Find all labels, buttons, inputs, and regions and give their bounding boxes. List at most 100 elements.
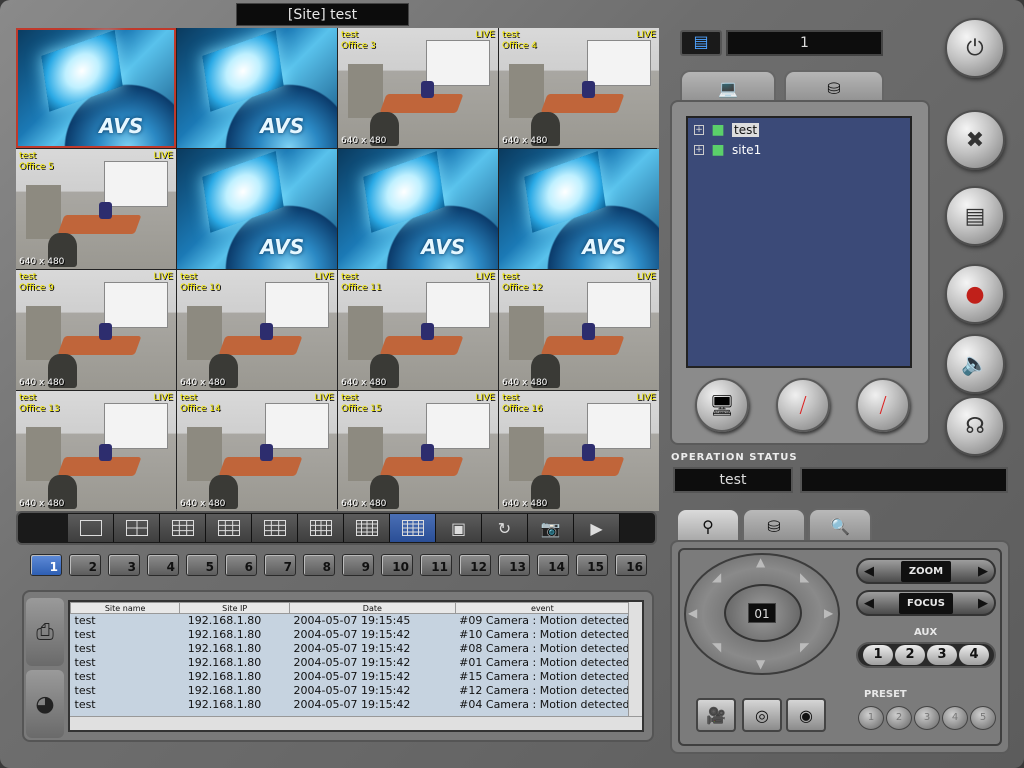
tab-network[interactable]: ⛁ [784,70,884,104]
aux-button-2[interactable]: 2 [895,645,925,665]
page-button-14[interactable]: 14 [537,554,569,576]
iris-close-button[interactable]: ◎ [742,698,782,732]
camera-view[interactable]: test Office 12 LIVE 640 x 480 [499,270,659,390]
connect-button[interactable]: 🖥 [695,378,749,432]
camera-view[interactable]: test Office 4 LIVE 640 x 480 [499,28,659,148]
camera-view[interactable]: AVS [177,28,337,148]
record-button[interactable]: ● [945,264,1005,324]
preset-button-4[interactable]: 4 [942,706,968,730]
layout-1-button[interactable] [68,514,114,542]
zoom-out-icon[interactable]: ◀ [864,564,874,579]
arrow-up-icon[interactable]: ▲ [756,555,765,569]
camera-view[interactable]: test Office 9 LIVE 640 x 480 [16,270,176,390]
page-button-7[interactable]: 7 [264,554,296,576]
arrow-down-left-icon[interactable]: ◥ [712,640,721,654]
expand-icon[interactable]: + [694,145,704,155]
log-row[interactable]: test 192.168.1.80 2004-05-07 19:15:42 #01 C… [71,656,630,670]
camera-view[interactable]: test Office 16 LIVE 640 x 480 [499,391,659,511]
page-button-15[interactable]: 15 [576,554,608,576]
log-horizontal-scrollbar[interactable] [70,716,642,730]
snapshot-button[interactable]: 📷 [528,514,574,542]
disconnect-button[interactable]: ⧸ [776,378,830,432]
page-button-11[interactable]: 11 [420,554,452,576]
aux-button-1[interactable]: 1 [863,645,893,665]
log-row[interactable]: test 192.168.1.80 2004-05-07 19:15:42 #15 C… [71,670,630,684]
tree-node-test[interactable]: + ■ test [694,122,760,138]
page-button-8[interactable]: 8 [303,554,335,576]
arrow-up-right-icon[interactable]: ◣ [800,570,809,584]
camera-view[interactable]: test Office 13 LIVE 640 x 480 [16,391,176,511]
page-button-5[interactable]: 5 [186,554,218,576]
camera-view[interactable]: test Office 3 LIVE 640 x 480 [338,28,498,148]
layout-6-button[interactable] [160,514,206,542]
focus-near-icon[interactable]: ◀ [864,596,874,611]
preset-button-3[interactable]: 3 [914,706,940,730]
camera-view[interactable]: AVS [499,149,659,269]
page-button-16[interactable]: 16 [615,554,647,576]
tab-ptz[interactable]: ⚲ [676,508,740,542]
page-button-10[interactable]: 10 [381,554,413,576]
audio-button[interactable]: 🔈 [945,334,1005,394]
log-row[interactable]: test 192.168.1.80 2004-05-07 19:15:45 #09 C… [71,614,630,628]
play-button[interactable]: ▶ [574,514,620,542]
aux-button-3[interactable]: 3 [927,645,957,665]
camera-view[interactable]: test Office 11 LIVE 640 x 480 [338,270,498,390]
layout-16-button[interactable] [390,514,436,542]
log-row[interactable]: test 192.168.1.80 2004-05-07 19:15:42 #04 C… [71,698,630,712]
camera-view[interactable]: test Office 15 LIVE 640 x 480 [338,391,498,511]
layout-10-button[interactable] [298,514,344,542]
page-button-6[interactable]: 6 [225,554,257,576]
page-button-3[interactable]: 3 [108,554,140,576]
expand-icon[interactable]: + [694,125,704,135]
fax-log-button[interactable]: ⎙ [26,598,64,666]
log-column-header[interactable]: Date [289,602,456,614]
settings-button[interactable]: ✖ [945,110,1005,170]
camera-view[interactable]: test Office 5 LIVE 640 x 480 [16,149,176,269]
preset-button-2[interactable]: 2 [886,706,912,730]
layout-13-button[interactable] [344,514,390,542]
tab-search[interactable]: 🔍 [808,508,872,542]
camera-light-button[interactable]: 🎥 [696,698,736,732]
log-column-header[interactable]: event [454,602,631,614]
tab-tree[interactable]: ⛁ [742,508,806,542]
tree-node-site1[interactable]: + ■ site1 [694,142,761,158]
power-button[interactable]: ⏻ [945,18,1005,78]
page-button-4[interactable]: 4 [147,554,179,576]
tab-computers[interactable]: 💻 [680,70,776,104]
camera-view[interactable]: AVS [338,149,498,269]
layout-9-button[interactable] [252,514,298,542]
camera-view[interactable]: test Office 14 LIVE 640 x 480 [177,391,337,511]
sequence-button[interactable]: ↻ [482,514,528,542]
channel-icon-box[interactable]: ▤ [680,30,722,56]
fullscreen-button[interactable]: ▣ [436,514,482,542]
camera-view[interactable]: AVS [16,28,176,148]
aux-button-4[interactable]: 4 [959,645,989,665]
clear-log-button[interactable]: ◕ [26,670,64,738]
display-button[interactable]: ▤ [945,186,1005,246]
page-button-1[interactable]: 1 [30,554,62,576]
preset-button-5[interactable]: 5 [970,706,996,730]
arrow-down-icon[interactable]: ▼ [756,657,765,671]
log-row[interactable]: test 192.168.1.80 2004-05-07 19:15:42 #10 C… [71,628,630,642]
camera-view[interactable]: test Office 10 LIVE 640 x 480 [177,270,337,390]
disconnect-all-button[interactable]: ⧸ [856,378,910,432]
preset-button-1[interactable]: 1 [858,706,884,730]
log-column-header[interactable]: Site name [70,602,181,614]
layout-4-button[interactable] [114,514,160,542]
log-row[interactable]: test 192.168.1.80 2004-05-07 19:15:42 #12 C… [71,684,630,698]
iris-open-button[interactable]: ◉ [786,698,826,732]
focus-far-icon[interactable]: ▶ [978,596,988,611]
arrow-down-right-icon[interactable]: ◤ [800,640,809,654]
zoom-in-icon[interactable]: ▶ [978,564,988,579]
event-log-table[interactable]: Site name Site IP Date event test 192.168.1.… [68,600,644,732]
layout-8-button[interactable] [206,514,252,542]
log-column-header[interactable]: Site IP [179,602,291,614]
headset-button[interactable]: ☊ [945,396,1005,456]
arrow-right-icon[interactable]: ▶ [824,606,833,620]
page-button-13[interactable]: 13 [498,554,530,576]
log-vertical-scrollbar[interactable] [628,602,642,718]
site-tree[interactable]: + ■ test + ■ site1 [686,116,912,368]
arrow-up-left-icon[interactable]: ◢ [712,570,721,584]
page-button-2[interactable]: 2 [69,554,101,576]
page-button-12[interactable]: 12 [459,554,491,576]
